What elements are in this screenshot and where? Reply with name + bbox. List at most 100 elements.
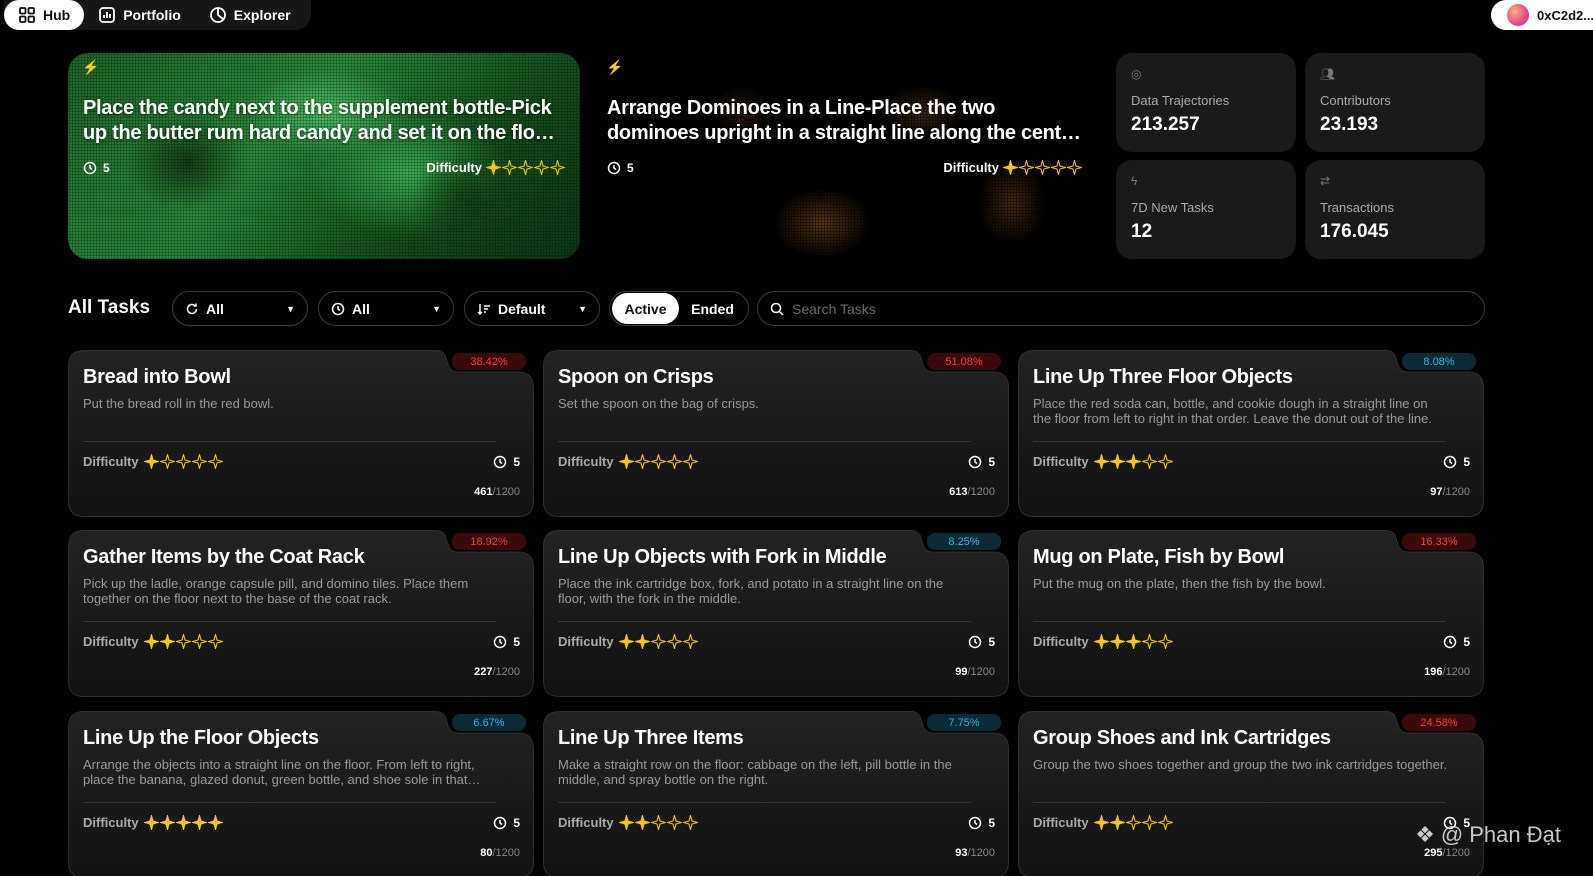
sort-select[interactable]: Default ▼ — [464, 291, 600, 326]
stat-label: Transactions — [1320, 200, 1394, 215]
star-outline-icon — [207, 454, 223, 469]
search-input[interactable] — [792, 300, 1472, 317]
grid-icon — [19, 7, 35, 23]
star-filled-icon — [175, 815, 191, 830]
featured-task-card[interactable]: ⚡ Place the candy next to the supplement… — [68, 53, 580, 259]
featured-task-title: Place the candy next to the supplement b… — [83, 97, 555, 144]
difficulty-label: Difficulty — [558, 815, 614, 830]
task-description: Arrange the objects into a straight line… — [83, 757, 475, 787]
nav-portfolio[interactable]: Portfolio — [84, 0, 195, 30]
difficulty: Difficulty — [83, 815, 223, 830]
star-filled-icon — [143, 634, 159, 649]
difficulty: Difficulty — [558, 634, 698, 649]
progress-total: /1200 — [967, 486, 995, 498]
difficulty: Difficulty — [558, 815, 698, 830]
progress-done: 295 — [1424, 847, 1443, 859]
completion-badge: 38.42% — [452, 353, 526, 370]
progress-done: 613 — [949, 486, 968, 498]
wallet-button[interactable]: 0xC2d2... — [1491, 0, 1593, 30]
status-toggle: Active Ended — [609, 291, 749, 326]
progress-count: 196/1200 — [1424, 666, 1470, 678]
nav-explorer[interactable]: Explorer — [195, 0, 305, 30]
difficulty-stars — [1093, 454, 1173, 469]
star-filled-icon — [1109, 815, 1125, 830]
star-filled-icon — [618, 815, 634, 830]
stat-label: 7D New Tasks — [1131, 200, 1214, 215]
task-card[interactable]: 51.08% Spoon on Crisps Set the spoon on th… — [543, 350, 1009, 517]
featured-task-card[interactable]: ⚡ Arrange Dominoes in a Line-Place the t… — [592, 53, 1097, 259]
task-card[interactable]: 38.42% Bread into Bowl Put the bread roll … — [68, 350, 534, 517]
timer-icon — [969, 635, 982, 649]
toggle-ended[interactable]: Ended — [679, 293, 746, 324]
stat-value: 12 — [1131, 221, 1153, 242]
star-outline-icon — [682, 634, 698, 649]
progress-done: 99 — [955, 666, 968, 678]
star-outline-icon — [1051, 160, 1066, 175]
task-card[interactable]: 8.08% Line Up Three Floor Objects Place th… — [1018, 350, 1484, 517]
target-icon: ◎ — [1131, 67, 1142, 81]
chart-icon — [99, 7, 116, 23]
star-filled-icon — [143, 815, 159, 830]
difficulty-label: Difficulty — [1033, 634, 1089, 649]
star-outline-icon — [1157, 815, 1173, 830]
task-card[interactable]: 7.75% Line Up Three Items Make a straight … — [543, 711, 1009, 876]
star-filled-icon — [1125, 634, 1141, 649]
refresh-icon — [186, 303, 198, 314]
task-card[interactable]: 18.92% Gather Items by the Coat Rack Pick … — [68, 530, 534, 697]
time-select[interactable]: All ▼ — [318, 291, 454, 326]
task-card[interactable]: 16.33% Mug on Plate, Fish by Bowl Put the … — [1018, 530, 1484, 697]
progress-count: 80/1200 — [480, 847, 520, 859]
users-icon: 👥︎ — [1320, 67, 1336, 81]
progress-total: /1200 — [1442, 847, 1470, 859]
timer-value: 5 — [103, 160, 110, 175]
task-title: Line Up Three Floor Objects — [1033, 366, 1293, 388]
watermark: ❖ @ Phan Đạt — [1415, 822, 1561, 848]
progress-count: 93/1200 — [955, 847, 995, 859]
difficulty-label: Difficulty — [558, 634, 614, 649]
caret-down-icon: ▼ — [578, 303, 587, 314]
timer-value: 5 — [1463, 635, 1470, 649]
star-filled-icon — [1093, 454, 1109, 469]
timer: 5 — [968, 816, 995, 830]
star-outline-icon — [191, 454, 207, 469]
task-description: Place the red soda can, bottle, and cook… — [1033, 396, 1432, 426]
difficulty: Difficulty — [1033, 634, 1173, 649]
difficulty-label: Difficulty — [83, 634, 139, 649]
divider — [1033, 802, 1446, 803]
progress-total: /1200 — [1442, 486, 1470, 498]
task-card[interactable]: 6.67% Line Up the Floor Objects Arrange th… — [68, 711, 534, 876]
completion-badge: 51.08% — [927, 353, 1001, 370]
nav-hub[interactable]: Hub — [4, 0, 85, 30]
star-outline-icon — [1019, 160, 1034, 175]
star-outline-icon — [666, 454, 682, 469]
star-outline-icon — [1157, 634, 1173, 649]
task-card[interactable]: 8.25% Line Up Objects with Fork in Middle… — [543, 530, 1009, 697]
timer-value: 5 — [513, 816, 520, 830]
difficulty-label: Difficulty — [558, 454, 614, 469]
task-title: Line Up Three Items — [558, 727, 744, 749]
category-select[interactable]: All ▼ — [172, 291, 308, 326]
progress-count: 97/1200 — [1430, 486, 1470, 498]
toggle-active[interactable]: Active — [612, 293, 679, 324]
sort-icon — [477, 303, 490, 315]
timer-value: 5 — [988, 635, 995, 649]
timer-icon — [83, 161, 97, 174]
progress-count: 227/1200 — [474, 666, 520, 678]
divider — [83, 441, 496, 442]
task-card[interactable]: 24.58% Group Shoes and Ink Cartridges Grou… — [1018, 711, 1484, 876]
star-filled-icon — [618, 634, 634, 649]
timer: 5 — [493, 635, 520, 649]
star-outline-icon — [1141, 634, 1157, 649]
task-description: Group the two shoes together and group t… — [1033, 757, 1448, 772]
star-filled-icon — [1109, 454, 1125, 469]
progress-count: 613/1200 — [949, 486, 995, 498]
completion-badge: 18.92% — [452, 533, 526, 550]
nav-portfolio-label: Portfolio — [123, 7, 181, 23]
star-outline-icon — [534, 160, 549, 175]
difficulty-stars — [143, 454, 223, 469]
timer: 5 — [493, 816, 520, 830]
task-description: Make a straight row on the floor: cabbag… — [558, 757, 952, 787]
progress-total: /1200 — [492, 847, 520, 859]
difficulty-label: Difficulty — [83, 815, 139, 830]
progress-count: 99/1200 — [955, 666, 995, 678]
